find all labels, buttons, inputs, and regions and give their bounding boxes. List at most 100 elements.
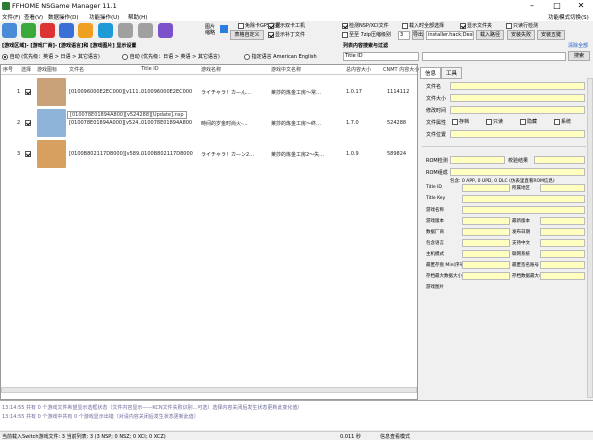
col-cnmt[interactable]: CNMT 内容大小 [383,66,419,73]
field-label: 最新版本 [512,219,530,224]
col-icon[interactable]: 游戏图标 [37,66,57,73]
path-input[interactable]: installer.hack;Desktop [426,31,474,40]
filename-tooltip: [010078E01894A800][v524288][Update].nsp [67,111,187,119]
sync-icon[interactable] [98,23,113,38]
check-2[interactable] [268,22,274,29]
field-input[interactable] [462,239,510,247]
lang-auto-jp-label: 自动 (优先级：日语 > 英语 > 其它语言) [129,54,220,60]
col-titleid[interactable]: Title ID [141,66,159,72]
mode-switch-link[interactable]: 功能模式切换(S) [548,13,589,21]
refresh-icon[interactable] [78,23,93,38]
field-input[interactable] [540,239,585,247]
field-input[interactable] [540,272,585,280]
field-input[interactable] [540,261,585,269]
col-filename[interactable]: 文件名 [69,66,84,73]
rom-composition-field[interactable] [450,168,585,176]
thumbnail-toggle[interactable]: 图片 缩略 [205,24,219,36]
image-icon[interactable] [220,25,228,33]
table-row[interactable]: 2 [010078E01894A000][v524... 010078E01894A… [1,108,417,138]
table-row[interactable]: 1 [010096000E2EC000][v111... 010096000E2EC… [1,77,417,107]
col-select[interactable]: 选择 [21,66,31,73]
col-cname[interactable]: 游戏中文名称 [271,66,301,73]
field-input[interactable] [540,184,585,192]
attr-check[interactable]: 存档 [452,118,469,125]
compress-level-input[interactable]: 3 [398,31,410,40]
field-input[interactable] [540,217,585,225]
open-file-icon[interactable] [2,23,17,38]
row-checkbox[interactable] [25,150,31,157]
tab-info[interactable]: 信息 [420,67,442,79]
tab-tools[interactable]: 工具 [441,67,463,79]
settings-icon[interactable] [158,23,173,38]
rom-check-field[interactable] [450,156,505,164]
check-icon[interactable] [118,23,133,38]
menu-bar: 文件(F) 查看(V) 数据操作(D) 功能操作(U) 帮助(H) 功能模式切换… [0,12,593,21]
menu-file[interactable]: 文件(F) [2,13,20,21]
col-size[interactable]: 总内容大小 [346,66,371,73]
lang-auto-en-radio[interactable] [2,53,8,60]
field-input[interactable] [450,82,585,90]
check-3[interactable] [268,31,274,38]
close-button[interactable]: ✕ [569,1,593,11]
field-input[interactable] [462,217,510,225]
field-input[interactable] [540,250,585,258]
install-five-button[interactable]: 安装五键 [537,30,565,40]
check-5[interactable] [342,31,348,38]
status-counts: 当前载入Switch游戏文件: 3 当前列表: 3 (3 NSP; 0 NSZ;… [2,434,166,440]
field-input[interactable] [450,94,585,102]
col-index[interactable]: 序号 [3,66,13,73]
table-custom-button[interactable]: 表格自定义 [230,30,264,40]
row-version: 1.0.17 [346,89,362,95]
menu-function[interactable]: 功能操作(U) [89,13,119,21]
row-checkbox[interactable] [25,119,31,126]
field-input[interactable] [462,228,510,236]
field-input[interactable] [462,184,510,192]
attr-check[interactable]: 隐藏 [520,118,537,125]
search-input[interactable] [422,52,566,61]
load-path-button[interactable]: 载入路径 [476,30,504,40]
search-icon[interactable] [59,23,74,38]
check-1[interactable] [238,22,244,29]
attr-check[interactable]: 只读 [486,118,503,125]
prev-button[interactable]: 导出 [412,30,424,40]
field-input[interactable] [450,106,585,114]
check-4[interactable] [342,22,348,29]
add-folder-icon[interactable] [21,23,36,38]
field-label: 数据厂商 [426,230,444,235]
field-label: 游戏版本 [426,219,444,224]
detail-v-scrollbar[interactable] [587,78,593,398]
row-checkbox[interactable] [25,88,31,95]
menu-help[interactable]: 帮助(H) [128,13,147,21]
search-field-select[interactable]: Title ID [343,52,419,61]
minimize-button[interactable]: – [520,1,544,11]
field-input[interactable] [462,195,585,203]
menu-data[interactable]: 数据操作(D) [48,13,79,21]
search-button[interactable]: 搜索 [568,51,590,61]
field-input[interactable] [450,130,585,138]
lang-auto-en-label: 自动 (优先级：英语 > 日语 > 其它语言) [9,54,100,60]
check-7[interactable] [460,22,466,29]
lang-auto-jp-radio[interactable] [122,53,128,60]
field-input[interactable] [462,250,510,258]
clear-all-link[interactable]: 清除全部 [568,42,588,49]
attr-check[interactable]: 系统 [554,118,571,125]
col-name[interactable]: 游戏名称 [201,66,221,73]
check-6[interactable] [402,22,408,29]
maximize-button[interactable]: □ [545,1,569,11]
delete-icon[interactable] [40,23,55,38]
row-filename: [0100B802117D8000][v589... [69,151,144,157]
field-input[interactable] [540,228,585,236]
menu-view[interactable]: 查看(V) [24,13,43,21]
install-fail-button[interactable]: 安装失败 [507,30,535,40]
log-line: 13:14:55 共有 0 个游戏中共有 0 个游戏显示出错（对请内容关闭后发生… [2,414,199,420]
field-input[interactable] [462,261,510,269]
field-input[interactable] [462,206,585,214]
verify-result-field[interactable] [534,156,585,164]
check-8[interactable] [506,22,512,29]
stop-icon[interactable] [138,23,153,38]
lang-custom-radio[interactable] [244,53,250,60]
table-h-scrollbar[interactable] [1,387,417,393]
table-row[interactable]: 3 [0100B802117D8000][v589... 0100B802117D8… [1,139,417,169]
field-input[interactable] [462,272,510,280]
field-label: Title ID [426,185,442,190]
